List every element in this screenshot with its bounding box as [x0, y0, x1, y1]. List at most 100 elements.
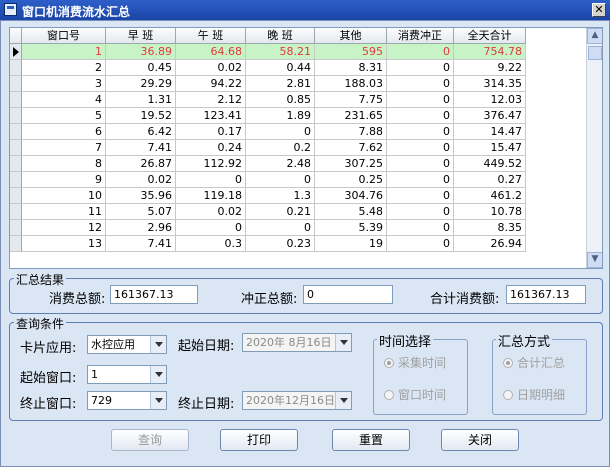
cell-morning[interactable]: 36.89 [106, 44, 176, 60]
cell-window-no[interactable]: 2 [22, 60, 106, 76]
cell-evening[interactable]: 2.48 [246, 156, 315, 172]
cell-day-total[interactable]: 461.2 [454, 188, 526, 204]
chevron-down-icon[interactable] [150, 392, 166, 409]
cell-window-no[interactable]: 5 [22, 108, 106, 124]
cell-window-no[interactable]: 3 [22, 76, 106, 92]
table-row[interactable]: 12 2.96 0 0 5.39 0 8.35 [10, 220, 526, 236]
table-row[interactable]: 1 36.89 64.68 58.21 595 0 754.78 [10, 44, 526, 60]
cell-other[interactable]: 188.03 [315, 76, 387, 92]
cell-reversal[interactable]: 0 [387, 156, 454, 172]
cell-morning[interactable]: 7.41 [106, 140, 176, 156]
cell-reversal[interactable]: 0 [387, 204, 454, 220]
table-row[interactable]: 3 29.29 94.22 2.81 188.03 0 314.35 [10, 76, 526, 92]
cell-other[interactable]: 0.25 [315, 172, 387, 188]
table-row[interactable]: 10 35.96 119.18 1.3 304.76 0 461.2 [10, 188, 526, 204]
end-window-select[interactable]: 729 [87, 391, 167, 410]
cell-noon[interactable]: 0 [176, 172, 246, 188]
cell-evening[interactable]: 0.23 [246, 236, 315, 252]
column-header-other[interactable]: 其他 [315, 28, 387, 44]
row-indicator[interactable] [10, 204, 22, 220]
cell-other[interactable]: 7.62 [315, 140, 387, 156]
row-indicator[interactable] [10, 172, 22, 188]
cell-other[interactable]: 7.88 [315, 124, 387, 140]
cell-reversal[interactable]: 0 [387, 236, 454, 252]
cell-evening[interactable]: 0 [246, 172, 315, 188]
row-indicator[interactable] [10, 156, 22, 172]
radio-total-summary[interactable]: 合计汇总 [503, 354, 565, 371]
cell-other[interactable]: 595 [315, 44, 387, 60]
table-row[interactable]: 4 1.31 2.12 0.85 7.75 0 12.03 [10, 92, 526, 108]
cell-other[interactable]: 304.76 [315, 188, 387, 204]
chevron-down-icon[interactable] [150, 336, 166, 353]
cell-evening[interactable]: 1.89 [246, 108, 315, 124]
cell-day-total[interactable]: 314.35 [454, 76, 526, 92]
cell-day-total[interactable]: 754.78 [454, 44, 526, 60]
cell-evening[interactable]: 2.81 [246, 76, 315, 92]
cell-window-no[interactable]: 4 [22, 92, 106, 108]
cell-reversal[interactable]: 0 [387, 76, 454, 92]
reset-button[interactable]: 重置 [332, 429, 410, 451]
row-indicator[interactable] [10, 124, 22, 140]
row-indicator[interactable] [10, 108, 22, 124]
cell-window-no[interactable]: 8 [22, 156, 106, 172]
chevron-down-icon[interactable] [335, 392, 351, 409]
cell-noon[interactable]: 0 [176, 220, 246, 236]
print-button[interactable]: 打印 [220, 429, 298, 451]
cell-window-no[interactable]: 1 [22, 44, 106, 60]
cell-noon[interactable]: 0.24 [176, 140, 246, 156]
table-row[interactable]: 5 19.52 123.41 1.89 231.65 0 376.47 [10, 108, 526, 124]
cell-morning[interactable]: 1.31 [106, 92, 176, 108]
cell-window-no[interactable]: 10 [22, 188, 106, 204]
row-indicator[interactable] [10, 44, 22, 60]
start-date-picker[interactable]: 2020年 8月16日 [242, 333, 352, 352]
table-row[interactable]: 11 5.07 0.02 0.21 5.48 0 10.78 [10, 204, 526, 220]
cell-evening[interactable]: 58.21 [246, 44, 315, 60]
scroll-up-icon[interactable]: ▲ [587, 28, 602, 44]
cell-day-total[interactable]: 14.47 [454, 124, 526, 140]
end-date-picker[interactable]: 2020年12月16日 [242, 391, 352, 410]
column-header-noon[interactable]: 午 班 [176, 28, 246, 44]
cell-morning[interactable]: 29.29 [106, 76, 176, 92]
cell-reversal[interactable]: 0 [387, 140, 454, 156]
cell-morning[interactable]: 0.45 [106, 60, 176, 76]
cell-morning[interactable]: 2.96 [106, 220, 176, 236]
radio-date-detail[interactable]: 日期明细 [503, 386, 565, 403]
scroll-thumb[interactable] [588, 46, 602, 60]
column-header-day-total[interactable]: 全天合计 [454, 28, 526, 44]
cell-morning[interactable]: 26.87 [106, 156, 176, 172]
cell-noon[interactable]: 112.92 [176, 156, 246, 172]
cell-day-total[interactable]: 449.52 [454, 156, 526, 172]
column-header-evening[interactable]: 晚 班 [246, 28, 315, 44]
column-header-reversal[interactable]: 消费冲正 [387, 28, 454, 44]
cell-evening[interactable]: 0 [246, 220, 315, 236]
cell-other[interactable]: 7.75 [315, 92, 387, 108]
cell-noon[interactable]: 0.02 [176, 60, 246, 76]
cell-day-total[interactable]: 12.03 [454, 92, 526, 108]
cell-reversal[interactable]: 0 [387, 60, 454, 76]
cell-morning[interactable]: 35.96 [106, 188, 176, 204]
cell-day-total[interactable]: 0.27 [454, 172, 526, 188]
cell-window-no[interactable]: 11 [22, 204, 106, 220]
start-window-select[interactable]: 1 [87, 365, 167, 384]
cell-evening[interactable]: 0.44 [246, 60, 315, 76]
cell-other[interactable]: 231.65 [315, 108, 387, 124]
table-row[interactable]: 2 0.45 0.02 0.44 8.31 0 9.22 [10, 60, 526, 76]
table-row[interactable]: 6 6.42 0.17 0 7.88 0 14.47 [10, 124, 526, 140]
cell-noon[interactable]: 2.12 [176, 92, 246, 108]
close-button[interactable]: 关闭 [441, 429, 519, 451]
cell-reversal[interactable]: 0 [387, 44, 454, 60]
cell-noon[interactable]: 0.3 [176, 236, 246, 252]
cell-other[interactable]: 5.39 [315, 220, 387, 236]
cell-noon[interactable]: 119.18 [176, 188, 246, 204]
row-indicator[interactable] [10, 220, 22, 236]
cell-other[interactable]: 307.25 [315, 156, 387, 172]
cell-morning[interactable]: 5.07 [106, 204, 176, 220]
cell-evening[interactable]: 0 [246, 124, 315, 140]
table-row[interactable]: 13 7.41 0.3 0.23 19 0 26.94 [10, 236, 526, 252]
cell-window-no[interactable]: 9 [22, 172, 106, 188]
cell-evening[interactable]: 0.2 [246, 140, 315, 156]
table-row[interactable]: 9 0.02 0 0 0.25 0 0.27 [10, 172, 526, 188]
cell-evening[interactable]: 1.3 [246, 188, 315, 204]
cell-morning[interactable]: 6.42 [106, 124, 176, 140]
radio-window-time[interactable]: 窗口时间 [384, 386, 446, 403]
